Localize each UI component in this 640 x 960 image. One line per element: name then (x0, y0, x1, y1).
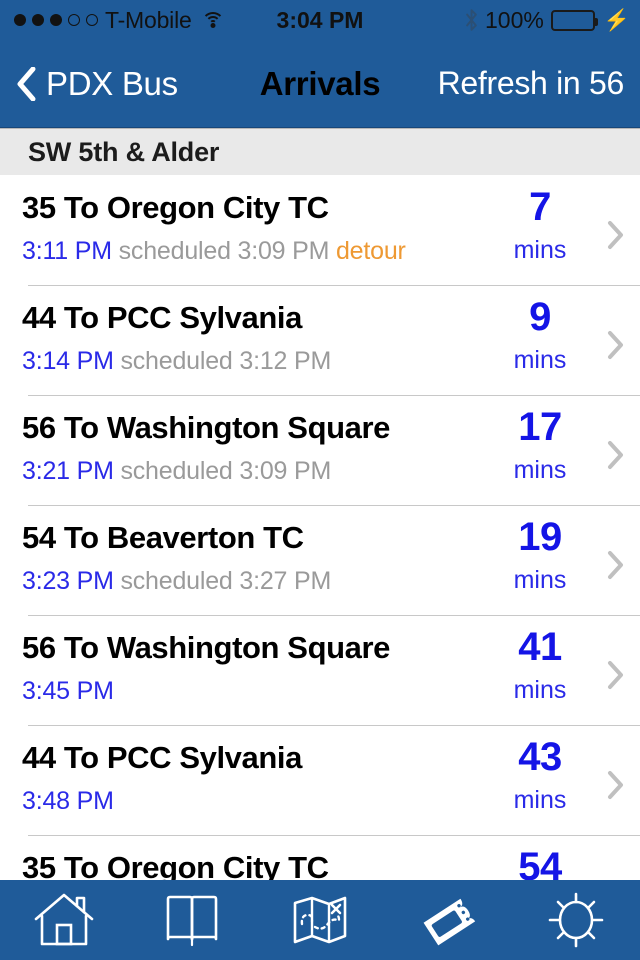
status-bar-clock: 3:04 PM (276, 6, 364, 33)
arrivals-list[interactable]: 35 To Oregon City TC 3:11 PM scheduled 3:… (0, 176, 640, 960)
minutes-label: mins (513, 786, 567, 814)
arrival-row[interactable]: 44 To PCC Sylvania 3:14 PM scheduled 3:12… (0, 286, 640, 396)
map-icon (293, 896, 347, 944)
estimated-time: 3:23 PM (22, 567, 114, 595)
stop-name-header: SW 5th & Alder (0, 128, 640, 175)
arrival-row[interactable]: 56 To Washington Square 3:45 PM 41 mins (0, 616, 640, 726)
chevron-right-icon (608, 441, 623, 469)
estimated-time: 3:11 PM (22, 237, 112, 265)
home-icon (34, 893, 94, 946)
minutes-value: 9 (529, 295, 551, 339)
arrival-countdown: 41 mins (492, 626, 588, 705)
arrival-row-main: 56 To Washington Square 3:45 PM (22, 630, 500, 706)
ticket-icon (423, 898, 476, 946)
tab-ticket[interactable] (384, 880, 512, 960)
minutes-label: mins (513, 566, 567, 594)
refresh-button[interactable]: Refresh in 56 (438, 65, 640, 102)
arrival-countdown: 7 mins (492, 186, 588, 265)
scheduled-time: scheduled 3:09 PM (111, 237, 330, 265)
minutes-value: 7 (529, 185, 551, 229)
estimated-time: 3:21 PM (22, 457, 114, 485)
estimated-time: 3:45 PM (22, 677, 114, 705)
arrival-countdown: 43 mins (492, 736, 588, 815)
app-root: T-Mobile 3:04 PM 100% ⚡ PDX Bus Arrivals… (0, 0, 640, 960)
chevron-right-icon (608, 331, 623, 359)
route-label: 56 To Washington Square (22, 410, 390, 445)
arrival-times: 3:21 PM scheduled 3:09 PM (22, 457, 500, 486)
estimated-time: 3:48 PM (22, 787, 114, 815)
arrival-row[interactable]: 44 To PCC Sylvania 3:48 PM 43 mins (0, 726, 640, 836)
scheduled-time: scheduled 3:12 PM (113, 347, 332, 375)
arrival-row[interactable]: 35 To Oregon City TC 3:11 PM scheduled 3:… (0, 176, 640, 286)
tab-map[interactable] (256, 880, 384, 960)
minutes-label: mins (513, 676, 567, 704)
minutes-value: 41 (518, 625, 562, 669)
brightness-icon (548, 892, 604, 948)
route-label: 44 To PCC Sylvania (22, 300, 302, 335)
minutes-value: 19 (518, 515, 562, 559)
tab-bar (0, 880, 640, 960)
detour-flag: detour (329, 237, 406, 265)
arrival-row[interactable]: 54 To Beaverton TC 3:23 PM scheduled 3:27… (0, 506, 640, 616)
minutes-value: 17 (518, 405, 562, 449)
arrival-row-main: 54 To Beaverton TC 3:23 PM scheduled 3:27… (22, 520, 500, 596)
route-label: 35 To Oregon City TC (22, 190, 329, 225)
route-label: 44 To PCC Sylvania (22, 740, 302, 775)
route-label: 54 To Beaverton TC (22, 520, 304, 555)
tab-brightness[interactable] (512, 880, 640, 960)
scheduled-time: scheduled 3:27 PM (113, 567, 332, 595)
navigation-bar: PDX Bus Arrivals Refresh in 56 (0, 40, 640, 128)
minutes-label: mins (513, 346, 567, 374)
battery-icon (550, 9, 598, 31)
arrival-row[interactable]: 56 To Washington Square 3:21 PM scheduled… (0, 396, 640, 506)
chevron-right-icon (608, 771, 623, 799)
arrival-times: 3:23 PM scheduled 3:27 PM (22, 567, 500, 596)
arrival-times: 3:14 PM scheduled 3:12 PM (22, 347, 500, 376)
tab-home[interactable] (0, 880, 128, 960)
status-bar: T-Mobile 3:04 PM 100% ⚡ (0, 0, 640, 40)
book-icon (166, 895, 218, 947)
scheduled-time: scheduled 3:09 PM (113, 457, 332, 485)
estimated-time: 3:14 PM (22, 347, 114, 375)
route-label: 56 To Washington Square (22, 630, 390, 665)
chevron-right-icon (608, 661, 623, 689)
tab-bookmarks[interactable] (128, 880, 256, 960)
minutes-label: mins (513, 236, 567, 264)
arrival-countdown: 19 mins (492, 516, 588, 595)
arrival-countdown: 17 mins (492, 406, 588, 485)
arrival-times: 3:45 PM (22, 677, 500, 706)
chevron-right-icon (608, 221, 623, 249)
chevron-right-icon (608, 551, 623, 579)
arrival-times: 3:11 PM scheduled 3:09 PM detour (22, 237, 500, 266)
arrival-times: 3:48 PM (22, 787, 500, 816)
minutes-label: mins (513, 456, 567, 484)
minutes-value: 43 (518, 735, 562, 779)
arrival-row-main: 44 To PCC Sylvania 3:14 PM scheduled 3:12… (22, 300, 500, 376)
arrival-row-main: 35 To Oregon City TC 3:11 PM scheduled 3:… (22, 190, 500, 266)
arrival-row-main: 56 To Washington Square 3:21 PM scheduled… (22, 410, 500, 486)
arrival-countdown: 9 mins (492, 296, 588, 375)
arrival-row-main: 44 To PCC Sylvania 3:48 PM (22, 740, 500, 816)
